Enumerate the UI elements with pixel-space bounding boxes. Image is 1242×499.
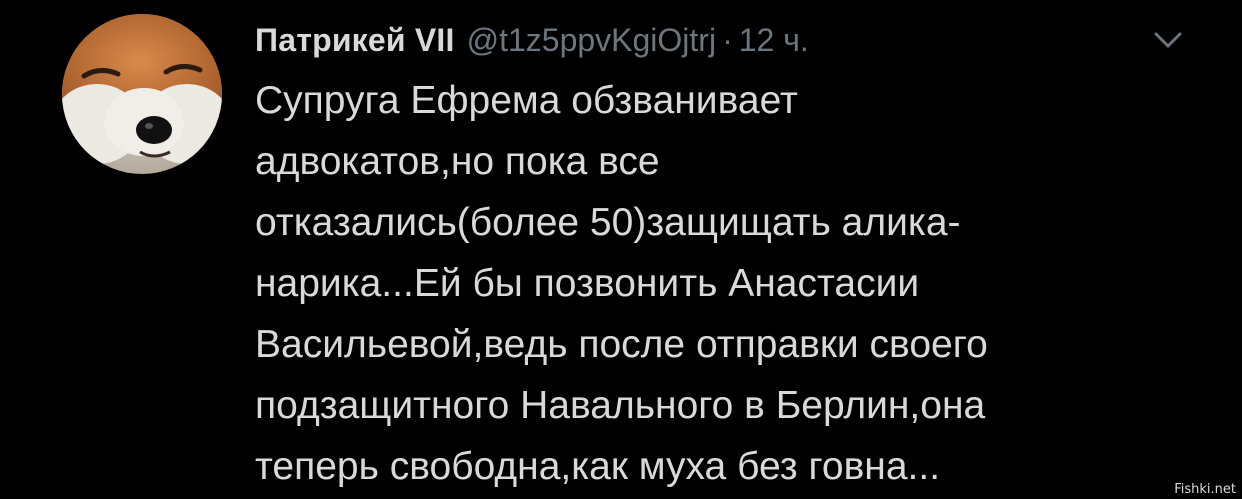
separator-dot: · bbox=[722, 21, 733, 58]
timestamp[interactable]: 12 ч. bbox=[739, 22, 809, 59]
tweet-text-line: нарика...Ей бы позвонить Анастасии bbox=[255, 262, 920, 305]
display-name[interactable]: Патрикей VII bbox=[255, 22, 455, 59]
tweet-header: Патрикей VII @t1z5ppvKgiOjtrj · 12 ч. bbox=[255, 14, 809, 66]
avatar[interactable] bbox=[62, 14, 222, 174]
user-handle[interactable]: @t1z5ppvKgiOjtrj bbox=[467, 22, 716, 59]
tweet: Патрикей VII @t1z5ppvKgiOjtrj · 12 ч. Су… bbox=[0, 0, 1242, 499]
fox-avatar-icon bbox=[62, 14, 222, 174]
tweet-text-line: Васильевой,ведь после отправки своего bbox=[255, 323, 988, 366]
tweet-text-line: отказались(более 50)защищать алика- bbox=[255, 201, 961, 244]
watermark: Fishki.net bbox=[1174, 482, 1236, 497]
tweet-text: Супруга Ефрема обзванивает адвокатов,но … bbox=[255, 70, 1215, 497]
chevron-down-icon bbox=[1154, 32, 1182, 48]
tweet-menu-button[interactable] bbox=[1148, 22, 1188, 56]
tweet-text-line: теперь свободна,как муха без говна... bbox=[255, 445, 941, 488]
tweet-text-line: подзащитного Навального в Берлин,она bbox=[255, 384, 986, 427]
tweet-text-line: Супруга Ефрема обзванивает bbox=[255, 79, 798, 122]
tweet-text-line: адвокатов,но пока все bbox=[255, 140, 660, 183]
